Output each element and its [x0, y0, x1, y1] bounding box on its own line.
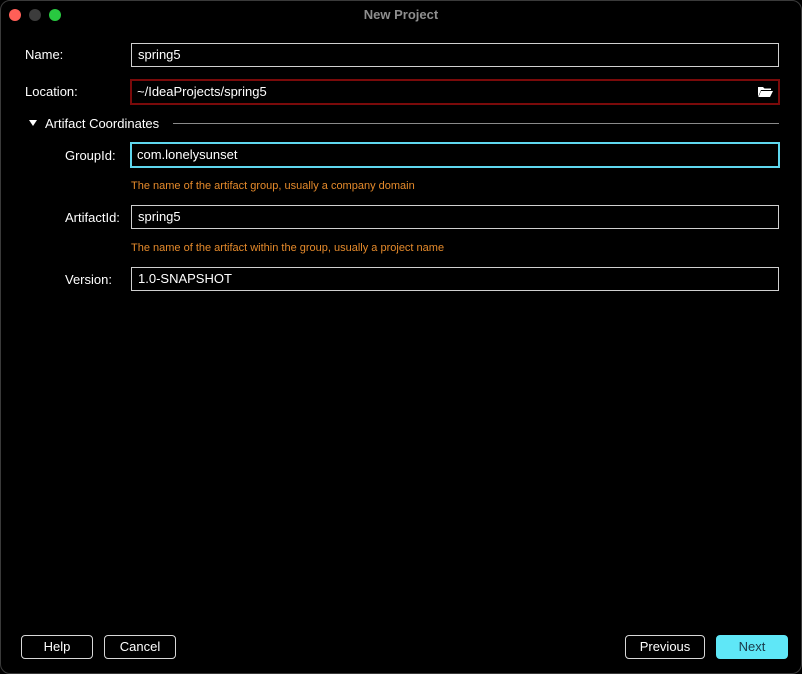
- version-field[interactable]: 1.0-SNAPSHOT: [131, 267, 779, 291]
- name-field[interactable]: spring5: [131, 43, 779, 67]
- section-divider: [173, 123, 779, 124]
- previous-button[interactable]: Previous: [625, 635, 705, 659]
- groupid-hint: The name of the artifact group, usually …: [131, 180, 415, 192]
- groupid-label: GroupId:: [65, 148, 116, 163]
- location-field[interactable]: ~/IdeaProjects/spring5: [130, 79, 780, 105]
- artifactid-field[interactable]: spring5: [131, 205, 779, 229]
- triangle-down-icon[interactable]: [29, 120, 37, 126]
- artifact-coordinates-section[interactable]: Artifact Coordinates: [45, 116, 159, 131]
- new-project-dialog: New Project Name: spring5 Location: ~/Id…: [0, 0, 802, 674]
- cancel-button[interactable]: Cancel: [104, 635, 176, 659]
- next-button[interactable]: Next: [716, 635, 788, 659]
- location-value: ~/IdeaProjects/spring5: [137, 84, 267, 99]
- groupid-field[interactable]: com.lonelysunset: [130, 142, 780, 168]
- help-button[interactable]: Help: [21, 635, 93, 659]
- location-label: Location:: [25, 84, 78, 99]
- name-label: Name:: [25, 47, 64, 62]
- artifactid-hint: The name of the artifact within the grou…: [131, 242, 445, 254]
- version-label: Version:: [65, 272, 112, 287]
- window-title: New Project: [363, 7, 439, 22]
- folder-open-icon[interactable]: [757, 86, 773, 98]
- artifactid-label: ArtifactId:: [65, 210, 120, 225]
- title-bar: New Project: [1, 1, 801, 29]
